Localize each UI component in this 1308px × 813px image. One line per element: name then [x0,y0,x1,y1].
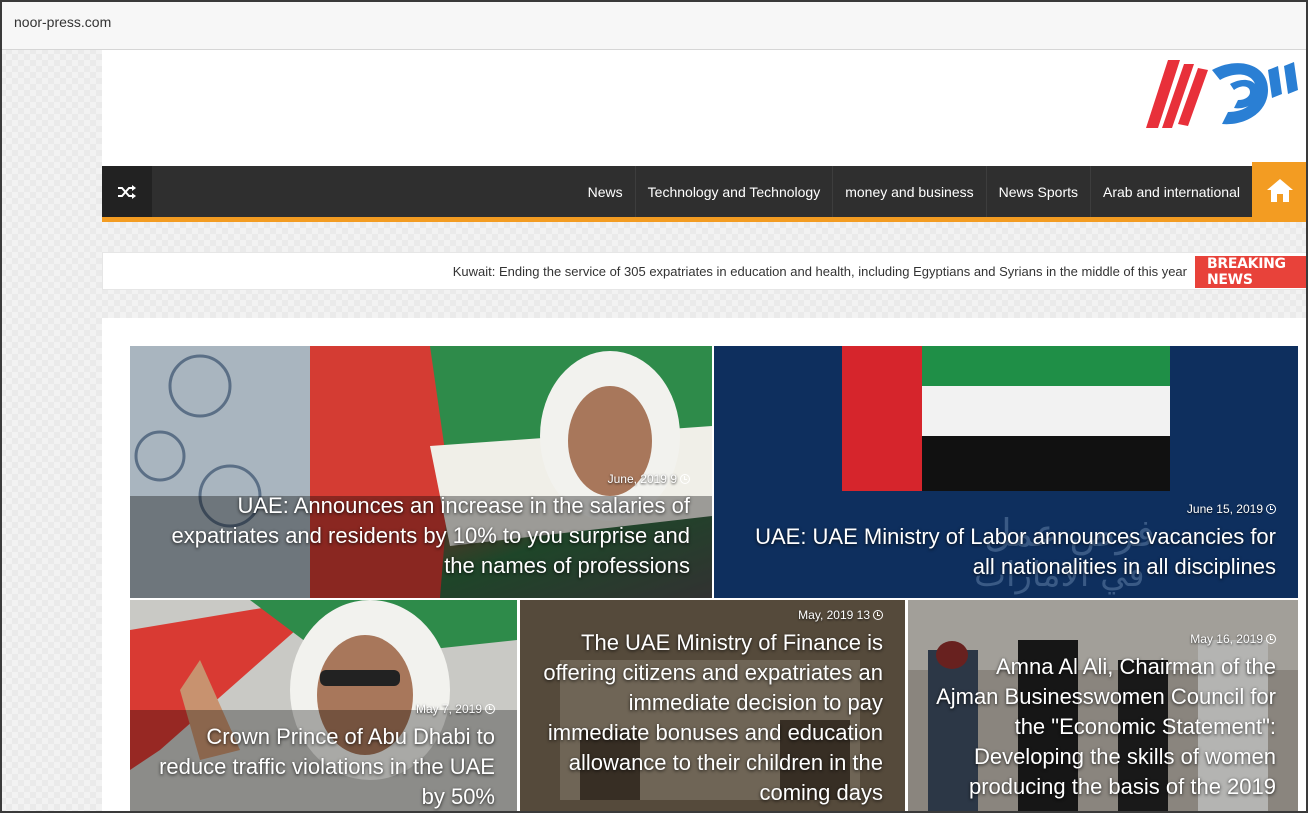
breaking-news-ticker: Kuwait: Ending the service of 305 expatr… [102,252,1306,290]
url-text: noor-press.com [14,14,112,30]
random-article-button[interactable] [102,166,152,217]
featured-articles: June, 2019 9 UAE: Announces an increase … [102,318,1306,811]
article-title[interactable]: Crown Prince of Abu Dhabi to reduce traf… [145,722,495,811]
clock-icon [680,474,690,484]
nav-item-sports[interactable]: News Sports [985,166,1090,217]
home-button[interactable] [1252,162,1306,217]
article-date: June 15, 2019 [1186,502,1263,516]
clock-icon [873,610,883,620]
page: News Technology and Technology money and… [102,50,1306,811]
nav-item-technology[interactable]: Technology and Technology [634,166,833,217]
clock-icon [1266,504,1276,514]
nav-menu: News Technology and Technology money and… [576,166,1252,217]
article-tile[interactable]: June, 2019 9 UAE: Announces an increase … [130,346,712,598]
clock-icon [1266,634,1276,644]
breaking-news-badge: BREAKING NEWS [1195,256,1306,288]
article-date: June, 2019 9 [607,472,677,486]
article-tile[interactable]: May, 2019 13 The UAE Ministry of Finance… [520,600,905,811]
nav-item-money-business[interactable]: money and business [832,166,985,217]
address-bar[interactable]: noor-press.com [2,2,1306,50]
article-tile[interactable]: May 7, 2019 Crown Prince of Abu Dhabi to… [130,600,517,811]
nav-item-arab-international[interactable]: Arab and international [1090,166,1252,217]
home-icon [1267,178,1293,202]
article-title[interactable]: Amna Al Ali, Chairman of the Ajman Busin… [936,652,1276,802]
clock-icon [485,704,495,714]
article-title[interactable]: The UAE Ministry of Finance is offering … [543,628,883,808]
main-navbar: News Technology and Technology money and… [102,162,1306,222]
site-logo[interactable] [1118,50,1306,130]
article-date: May 16, 2019 [1190,632,1263,646]
article-title[interactable]: UAE: Announces an increase in the salari… [150,491,690,581]
article-tile[interactable]: May 16, 2019 Amna Al Ali, Chairman of th… [908,600,1298,811]
nav-item-news[interactable]: News [576,166,635,217]
article-title[interactable]: UAE: UAE Ministry of Labor announces vac… [736,522,1276,582]
site-header [102,50,1306,166]
article-date: May, 2019 13 [798,608,870,622]
article-date: May 7, 2019 [415,702,482,716]
shuffle-icon [118,184,136,199]
article-tile[interactable]: فرص عمل في الامارات June 15, 2019 UAE: U… [714,346,1298,598]
ticker-headline[interactable]: Kuwait: Ending the service of 305 expatr… [453,264,1187,279]
browser-frame: noor-press.com News Technology and Techn… [0,0,1308,813]
